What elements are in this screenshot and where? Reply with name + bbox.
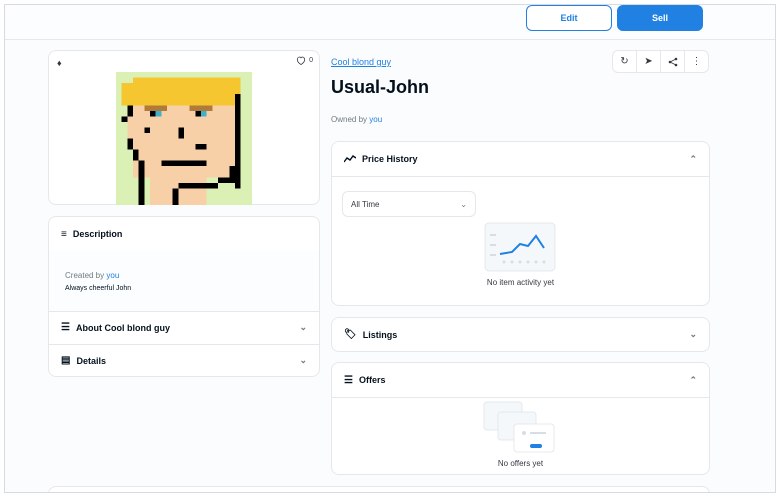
price-history-heading: Price History xyxy=(362,154,418,164)
lines-icon: ≡ xyxy=(61,228,67,240)
refresh-button[interactable]: ↻ xyxy=(613,51,637,72)
chevron-up-icon: ⌃ xyxy=(689,374,697,385)
time-range-select[interactable]: All Time ⌄ xyxy=(342,191,476,217)
offers-empty-text: No offers yet xyxy=(497,459,544,468)
details-header[interactable]: ▤ Details ⌄ xyxy=(49,344,319,377)
owned-by: Owned by you xyxy=(331,115,383,124)
asset-toolbar: ↻ ➤ ⋮ xyxy=(612,50,709,73)
description-heading: Description xyxy=(72,229,123,239)
sell-button[interactable]: Sell xyxy=(617,5,703,31)
about-header[interactable]: ☰ About Cool blond guy ⌄ xyxy=(49,311,319,344)
asset-title: Usual-John xyxy=(331,77,430,97)
more-vertical-icon: ⋮ xyxy=(691,56,702,67)
send-icon: ➤ xyxy=(644,56,653,67)
listings-header[interactable]: 🏷 Listings ⌄ xyxy=(332,318,709,351)
listings-heading: Listings xyxy=(362,329,398,340)
tag-icon: 🏷 xyxy=(344,329,357,340)
time-range-value: All Time xyxy=(351,199,380,209)
chevron-down-icon: ⌄ xyxy=(299,355,307,365)
favorite-count: 0 xyxy=(309,57,313,64)
heart-icon xyxy=(297,56,306,65)
asset-image[interactable] xyxy=(116,72,252,205)
about-heading: About Cool blond guy xyxy=(75,322,170,333)
owner-link[interactable]: you xyxy=(369,115,382,124)
description-header[interactable]: ≡ Description xyxy=(49,217,319,251)
details-heading: Details xyxy=(76,355,106,366)
details-icon: ▤ xyxy=(61,355,71,366)
empty-offers-icon xyxy=(482,400,558,456)
activity-panel xyxy=(48,486,710,492)
creator-link[interactable]: you xyxy=(106,271,119,280)
share-button[interactable] xyxy=(661,51,685,72)
app-frame: Edit Sell ♦ 0 ≡ Description Created by y… xyxy=(4,4,776,493)
offers-heading: Offers xyxy=(358,375,386,385)
chevron-down-icon: ⌄ xyxy=(299,322,307,332)
favorite-button[interactable]: 0 xyxy=(296,56,313,65)
created-by: Created by you xyxy=(65,271,120,280)
collection-link[interactable]: Cool blond guy xyxy=(331,57,391,67)
offers-header[interactable]: ☰ Offers ⌃ xyxy=(332,363,709,397)
listings-panel: 🏷 Listings ⌄ xyxy=(331,317,710,352)
asset-image-card: ♦ 0 xyxy=(48,50,320,205)
empty-chart-icon xyxy=(484,222,556,272)
transfer-button[interactable]: ➤ xyxy=(637,51,661,72)
edit-button[interactable]: Edit xyxy=(526,5,612,31)
more-options-button[interactable]: ⋮ xyxy=(685,51,708,72)
price-history-panel: Price History ⌃ All Time ⌄ No item activ… xyxy=(331,141,710,306)
list-detail-icon: ☰ xyxy=(61,322,70,333)
description-panel: ≡ Description Created by you Always chee… xyxy=(48,216,320,377)
ethereum-icon: ♦ xyxy=(57,58,62,68)
list-icon: ☰ xyxy=(344,374,353,386)
price-history-empty-text: No item activity yet xyxy=(486,278,555,287)
refresh-icon: ↻ xyxy=(620,56,629,67)
chevron-down-icon: ⌄ xyxy=(689,329,697,339)
trending-icon xyxy=(344,155,356,163)
description-body xyxy=(49,251,319,311)
chevron-down-icon: ⌄ xyxy=(460,199,467,209)
top-action-bar: Edit Sell xyxy=(5,5,775,40)
share-icon xyxy=(668,57,677,66)
description-text: Always cheerful John xyxy=(65,285,132,292)
price-history-header[interactable]: Price History ⌃ xyxy=(332,142,709,176)
chevron-up-icon: ⌃ xyxy=(689,153,697,164)
offers-panel: ☰ Offers ⌃ No offers yet xyxy=(331,362,710,475)
